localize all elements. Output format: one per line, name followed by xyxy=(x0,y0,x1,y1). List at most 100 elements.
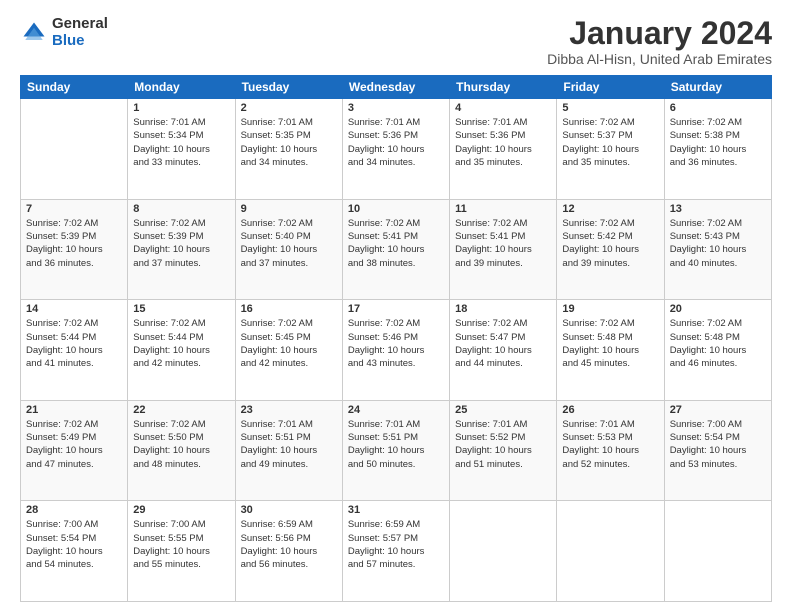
calendar-cell: 10 Sunrise: 7:02 AMSunset: 5:41 PMDayligh… xyxy=(342,199,449,300)
logo-general-text: General xyxy=(52,16,108,33)
calendar-cell: 18Sunrise: 7:02 AMSunset: 5:47 PMDayligh… xyxy=(450,300,557,401)
day-info: Sunrise: 7:02 AMSunset: 5:48 PMDaylight:… xyxy=(670,317,766,370)
day-info: Sunrise: 7:02 AMSunset: 5:46 PMDaylight:… xyxy=(348,317,444,370)
calendar-header-friday: Friday xyxy=(557,76,664,99)
day-info: Sunrise: 7:02 AMSunset: 5:41 PMDaylight:… xyxy=(348,217,444,270)
day-info: Sunrise: 7:01 AMSunset: 5:36 PMDaylight:… xyxy=(348,116,444,169)
calendar-cell: 17 Sunrise: 7:02 AMSunset: 5:46 PMDayligh… xyxy=(342,300,449,401)
day-info: Sunrise: 7:01 AMSunset: 5:51 PMDaylight:… xyxy=(241,418,337,471)
calendar-cell: 6 Sunrise: 7:02 AMSunset: 5:38 PMDaylight… xyxy=(664,99,771,200)
logo-icon xyxy=(20,19,48,47)
calendar-cell: 4 Sunrise: 7:01 AMSunset: 5:36 PMDaylight… xyxy=(450,99,557,200)
header: General Blue January 2024 Dibba Al-Hisn,… xyxy=(20,16,772,67)
day-number: 18 xyxy=(455,303,551,315)
day-number: 13 xyxy=(670,203,766,215)
day-number: 7 xyxy=(26,203,122,215)
day-info: Sunrise: 7:01 AMSunset: 5:34 PMDaylight:… xyxy=(133,116,229,169)
day-number: 28 xyxy=(26,504,122,516)
calendar-header-monday: Monday xyxy=(128,76,235,99)
calendar-cell xyxy=(664,501,771,602)
day-info: Sunrise: 6:59 AMSunset: 5:56 PMDaylight:… xyxy=(241,518,337,571)
calendar-header-saturday: Saturday xyxy=(664,76,771,99)
day-number: 12 xyxy=(562,203,658,215)
calendar-cell: 23Sunrise: 7:01 AMSunset: 5:51 PMDayligh… xyxy=(235,400,342,501)
day-info: Sunrise: 7:02 AMSunset: 5:37 PMDaylight:… xyxy=(562,116,658,169)
day-number: 31 xyxy=(348,504,444,516)
calendar-cell: 30 Sunrise: 6:59 AMSunset: 5:56 PMDayligh… xyxy=(235,501,342,602)
location: Dibba Al-Hisn, United Arab Emirates xyxy=(547,51,772,67)
logo-blue-text: Blue xyxy=(52,33,108,50)
day-number: 22 xyxy=(133,404,229,416)
day-info: Sunrise: 7:02 AMSunset: 5:49 PMDaylight:… xyxy=(26,418,122,471)
calendar-cell xyxy=(21,99,128,200)
day-info: Sunrise: 7:01 AMSunset: 5:36 PMDaylight:… xyxy=(455,116,551,169)
calendar-cell xyxy=(450,501,557,602)
day-number: 10 xyxy=(348,203,444,215)
day-info: Sunrise: 7:02 AMSunset: 5:48 PMDaylight:… xyxy=(562,317,658,370)
day-number: 17 xyxy=(348,303,444,315)
day-number: 27 xyxy=(670,404,766,416)
calendar-cell: 31 Sunrise: 6:59 AMSunset: 5:57 PMDayligh… xyxy=(342,501,449,602)
day-number: 20 xyxy=(670,303,766,315)
day-info: Sunrise: 7:00 AMSunset: 5:54 PMDaylight:… xyxy=(670,418,766,471)
day-info: Sunrise: 7:02 AMSunset: 5:44 PMDaylight:… xyxy=(26,317,122,370)
calendar-cell: 7 Sunrise: 7:02 AMSunset: 5:39 PMDaylight… xyxy=(21,199,128,300)
logo: General Blue xyxy=(20,16,108,49)
calendar-cell: 5 Sunrise: 7:02 AMSunset: 5:37 PMDaylight… xyxy=(557,99,664,200)
day-info: Sunrise: 7:02 AMSunset: 5:38 PMDaylight:… xyxy=(670,116,766,169)
logo-text: General Blue xyxy=(52,16,108,49)
calendar-week-4: 21Sunrise: 7:02 AMSunset: 5:49 PMDayligh… xyxy=(21,400,772,501)
day-number: 19 xyxy=(562,303,658,315)
calendar-cell: 2 Sunrise: 7:01 AMSunset: 5:35 PMDaylight… xyxy=(235,99,342,200)
day-info: Sunrise: 6:59 AMSunset: 5:57 PMDaylight:… xyxy=(348,518,444,571)
day-info: Sunrise: 7:01 AMSunset: 5:35 PMDaylight:… xyxy=(241,116,337,169)
day-number: 14 xyxy=(26,303,122,315)
day-number: 16 xyxy=(241,303,337,315)
month-title: January 2024 xyxy=(547,16,772,51)
calendar-cell: 3 Sunrise: 7:01 AMSunset: 5:36 PMDaylight… xyxy=(342,99,449,200)
calendar-cell: 28 Sunrise: 7:00 AMSunset: 5:54 PMDayligh… xyxy=(21,501,128,602)
calendar-header-row: SundayMondayTuesdayWednesdayThursdayFrid… xyxy=(21,76,772,99)
day-info: Sunrise: 7:02 AMSunset: 5:41 PMDaylight:… xyxy=(455,217,551,270)
day-info: Sunrise: 7:02 AMSunset: 5:50 PMDaylight:… xyxy=(133,418,229,471)
calendar-week-5: 28 Sunrise: 7:00 AMSunset: 5:54 PMDayligh… xyxy=(21,501,772,602)
calendar-week-3: 14 Sunrise: 7:02 AMSunset: 5:44 PMDayligh… xyxy=(21,300,772,401)
calendar-cell: 15Sunrise: 7:02 AMSunset: 5:44 PMDayligh… xyxy=(128,300,235,401)
calendar-cell: 14 Sunrise: 7:02 AMSunset: 5:44 PMDayligh… xyxy=(21,300,128,401)
day-info: Sunrise: 7:00 AMSunset: 5:55 PMDaylight:… xyxy=(133,518,229,571)
day-info: Sunrise: 7:02 AMSunset: 5:39 PMDaylight:… xyxy=(26,217,122,270)
day-number: 9 xyxy=(241,203,337,215)
calendar-cell: 19 Sunrise: 7:02 AMSunset: 5:48 PMDayligh… xyxy=(557,300,664,401)
calendar-cell: 22 Sunrise: 7:02 AMSunset: 5:50 PMDayligh… xyxy=(128,400,235,501)
day-number: 3 xyxy=(348,102,444,114)
calendar-cell: 12 Sunrise: 7:02 AMSunset: 5:42 PMDayligh… xyxy=(557,199,664,300)
calendar-week-1: 1Sunrise: 7:01 AMSunset: 5:34 PMDaylight… xyxy=(21,99,772,200)
calendar-cell: 13 Sunrise: 7:02 AMSunset: 5:43 PMDayligh… xyxy=(664,199,771,300)
day-number: 8 xyxy=(133,203,229,215)
calendar-cell: 21Sunrise: 7:02 AMSunset: 5:49 PMDayligh… xyxy=(21,400,128,501)
calendar-cell xyxy=(557,501,664,602)
calendar-header-thursday: Thursday xyxy=(450,76,557,99)
day-info: Sunrise: 7:02 AMSunset: 5:45 PMDaylight:… xyxy=(241,317,337,370)
day-number: 4 xyxy=(455,102,551,114)
day-number: 25 xyxy=(455,404,551,416)
day-number: 5 xyxy=(562,102,658,114)
day-info: Sunrise: 7:00 AMSunset: 5:54 PMDaylight:… xyxy=(26,518,122,571)
page: General Blue January 2024 Dibba Al-Hisn,… xyxy=(0,0,792,612)
day-number: 6 xyxy=(670,102,766,114)
day-info: Sunrise: 7:02 AMSunset: 5:39 PMDaylight:… xyxy=(133,217,229,270)
day-number: 29 xyxy=(133,504,229,516)
day-number: 30 xyxy=(241,504,337,516)
day-info: Sunrise: 7:02 AMSunset: 5:43 PMDaylight:… xyxy=(670,217,766,270)
calendar-cell: 20 Sunrise: 7:02 AMSunset: 5:48 PMDayligh… xyxy=(664,300,771,401)
calendar-cell: 16 Sunrise: 7:02 AMSunset: 5:45 PMDayligh… xyxy=(235,300,342,401)
day-info: Sunrise: 7:02 AMSunset: 5:40 PMDaylight:… xyxy=(241,217,337,270)
day-number: 2 xyxy=(241,102,337,114)
calendar-cell: 27 Sunrise: 7:00 AMSunset: 5:54 PMDayligh… xyxy=(664,400,771,501)
day-info: Sunrise: 7:01 AMSunset: 5:51 PMDaylight:… xyxy=(348,418,444,471)
title-section: January 2024 Dibba Al-Hisn, United Arab … xyxy=(547,16,772,67)
day-info: Sunrise: 7:01 AMSunset: 5:53 PMDaylight:… xyxy=(562,418,658,471)
day-info: Sunrise: 7:02 AMSunset: 5:42 PMDaylight:… xyxy=(562,217,658,270)
calendar-week-2: 7 Sunrise: 7:02 AMSunset: 5:39 PMDaylight… xyxy=(21,199,772,300)
day-info: Sunrise: 7:01 AMSunset: 5:52 PMDaylight:… xyxy=(455,418,551,471)
